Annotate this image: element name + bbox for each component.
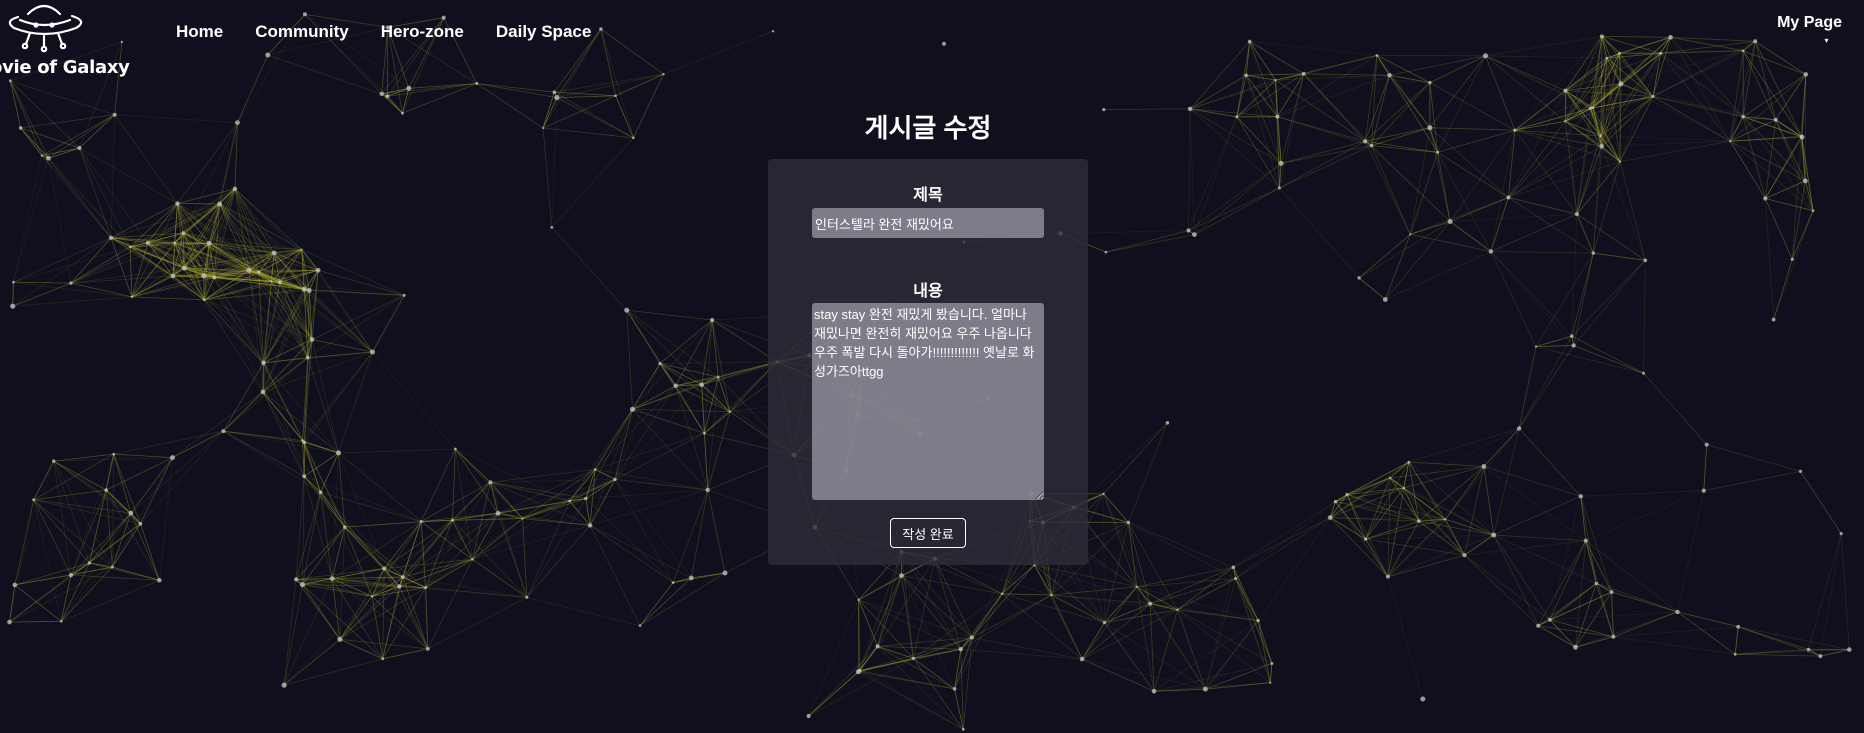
content-textarea[interactable]: stay stay 완전 재밌게 봤습니다. 얼마나 재밌나면 완전히 재밌어요… — [812, 303, 1044, 500]
page-title: 게시글 수정 — [864, 113, 992, 143]
chevron-down-icon[interactable]: ▾ — [1777, 36, 1842, 46]
site-logo[interactable]: ovie of Galaxy — [0, 0, 140, 82]
edit-post-form: 제목 내용 stay stay 완전 재밌게 봤습니다. 얼마나 재밌나면 완전… — [768, 159, 1088, 565]
ufo-icon — [8, 4, 83, 53]
nav-home[interactable]: Home — [176, 22, 223, 42]
nav-hero-zone[interactable]: Hero-zone — [381, 22, 464, 42]
submit-button[interactable]: 작성 완료 — [890, 518, 966, 548]
my-page-menu[interactable]: My Page ▾ — [1777, 14, 1842, 46]
main-nav: Home Community Hero-zone Daily Space — [176, 22, 591, 42]
my-page-label[interactable]: My Page — [1777, 14, 1842, 32]
content-label: 내용 — [913, 283, 943, 300]
nav-community[interactable]: Community — [255, 22, 349, 42]
title-label: 제목 — [913, 187, 943, 204]
nav-daily-space[interactable]: Daily Space — [496, 22, 591, 42]
title-input[interactable] — [812, 208, 1044, 238]
logo-text: ovie of Galaxy — [0, 57, 130, 78]
top-navigation-bar: ovie of Galaxy Home Community Hero-zone … — [0, 0, 1864, 85]
